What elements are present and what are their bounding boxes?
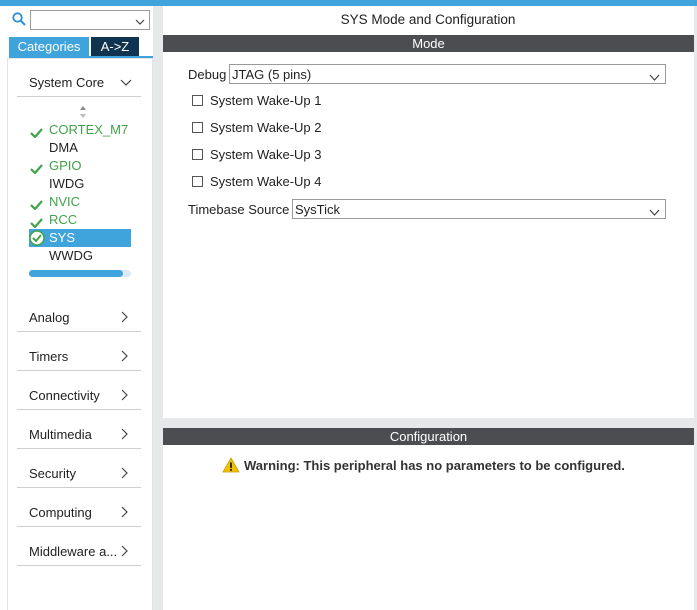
- chevron-right-icon: [120, 428, 129, 440]
- chevron-down-icon: [649, 70, 660, 81]
- category-security[interactable]: Security: [17, 458, 141, 488]
- category-multimedia[interactable]: Multimedia: [17, 419, 141, 449]
- check-icon: [30, 125, 43, 139]
- peripheral-label: GPIO: [49, 158, 82, 173]
- chevron-down-icon: [120, 76, 132, 88]
- check-icon: [30, 161, 43, 175]
- checkbox-box[interactable]: [192, 176, 203, 187]
- peripheral-label: NVIC: [49, 194, 81, 209]
- peripheral-label: RCC: [49, 212, 78, 227]
- category-label: Multimedia: [29, 427, 92, 442]
- debug-select[interactable]: JTAG (5 pins): [229, 64, 666, 84]
- peripheral-iwdg[interactable]: IWDG: [29, 175, 131, 193]
- peripheral-nvic[interactable]: NVIC: [29, 193, 131, 211]
- category-label: Timers: [29, 349, 69, 364]
- horizontal-scrollbar-thumb[interactable]: [29, 270, 123, 277]
- category-computing[interactable]: Computing: [17, 497, 141, 527]
- category-label: Connectivity: [29, 388, 100, 403]
- chevron-right-icon: [120, 389, 129, 401]
- category-analog[interactable]: Analog: [17, 302, 141, 332]
- peripheral-label: DMA: [49, 140, 78, 155]
- chevron-right-icon: [120, 506, 129, 518]
- panel-splitter[interactable]: [153, 6, 163, 610]
- category-middleware[interactable]: Middleware a...: [17, 536, 141, 566]
- peripheral-rcc[interactable]: RCC: [29, 211, 131, 229]
- timebase-select-value: SysTick: [295, 202, 341, 217]
- peripheral-cortex-m7[interactable]: CORTEX_M7: [29, 121, 131, 139]
- checkbox-label: System Wake-Up 2: [210, 120, 322, 135]
- chevron-down-icon: [649, 205, 660, 216]
- check-icon: [30, 215, 43, 229]
- checkbox-label: System Wake-Up 3: [210, 147, 322, 162]
- peripheral-gpio[interactable]: GPIO: [29, 157, 131, 175]
- peripheral-label: IWDG: [49, 176, 85, 191]
- category-label: Computing: [29, 505, 92, 520]
- category-system-core[interactable]: System Core: [17, 67, 141, 97]
- category-label: Analog: [29, 310, 70, 325]
- timebase-label: Timebase Source: [188, 202, 290, 217]
- checkbox-box[interactable]: [192, 122, 203, 133]
- peripheral-label: SYS: [49, 230, 76, 245]
- category-connectivity[interactable]: Connectivity: [17, 380, 141, 410]
- search-icon[interactable]: [12, 12, 26, 26]
- category-label: Middleware a...: [29, 544, 118, 559]
- chevron-right-icon: [120, 545, 129, 557]
- debug-label: Debug: [188, 67, 227, 82]
- checkbox-box[interactable]: [192, 95, 203, 106]
- debug-select-value: JTAG (5 pins): [232, 67, 312, 82]
- peripheral-wwdg[interactable]: WWDG: [29, 247, 131, 265]
- checkbox-label: System Wake-Up 4: [210, 174, 322, 189]
- chevron-down-icon[interactable]: [135, 15, 145, 25]
- peripheral-sys[interactable]: SYS: [29, 229, 131, 247]
- category-label: Security: [29, 466, 76, 481]
- sort-icon[interactable]: [79, 105, 87, 119]
- peripheral-dma[interactable]: DMA: [29, 139, 131, 157]
- peripheral-label: CORTEX_M7: [49, 122, 129, 137]
- tab-categories[interactable]: Categories: [9, 37, 89, 56]
- category-timers[interactable]: Timers: [17, 341, 141, 371]
- search-input[interactable]: [30, 10, 150, 30]
- section-splitter[interactable]: [163, 418, 694, 428]
- warning-icon: [222, 457, 240, 473]
- checkbox-box[interactable]: [192, 149, 203, 160]
- checkbox-label: System Wake-Up 1: [210, 93, 322, 108]
- chevron-right-icon: [120, 467, 129, 479]
- timebase-select[interactable]: SysTick: [292, 199, 666, 219]
- chevron-right-icon: [120, 350, 129, 362]
- mode-section-header: Mode: [163, 35, 694, 52]
- page-title: SYS Mode and Configuration: [340, 12, 516, 27]
- peripheral-label: WWDG: [49, 248, 94, 263]
- warning-text: Warning: This peripheral has no paramete…: [244, 458, 625, 473]
- chevron-right-icon: [120, 311, 129, 323]
- configuration-section-header: Configuration: [163, 428, 694, 445]
- check-circle-icon: [29, 230, 45, 246]
- check-icon: [30, 197, 43, 211]
- category-label: System Core: [29, 75, 105, 90]
- tab-a-to-z[interactable]: A->Z: [91, 37, 139, 56]
